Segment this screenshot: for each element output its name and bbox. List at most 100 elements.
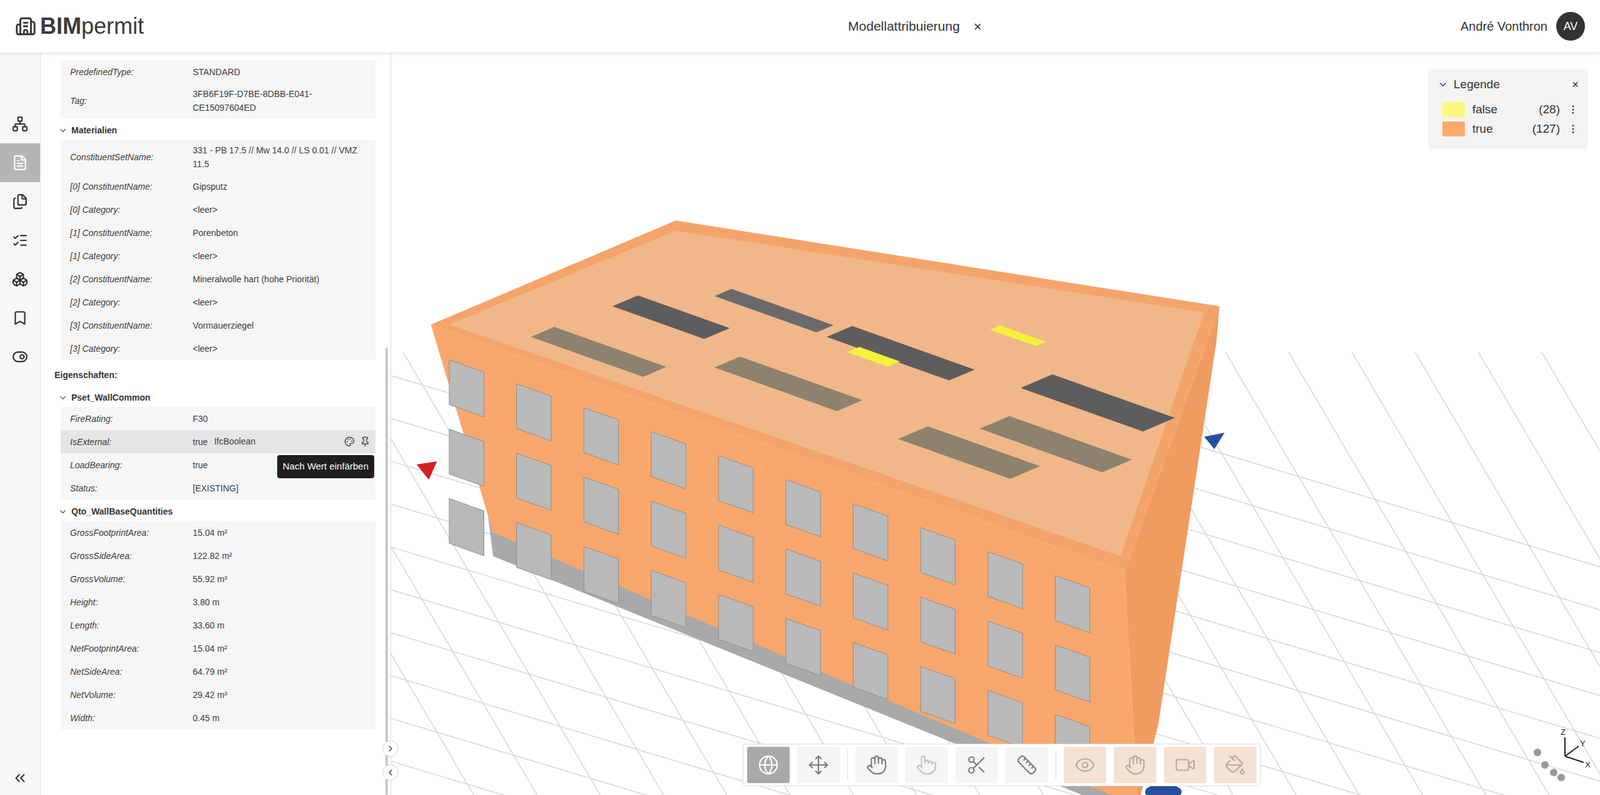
toolbar-button[interactable] bbox=[797, 746, 840, 783]
toolbar-button[interactable] bbox=[1113, 746, 1157, 783]
rail-item[interactable] bbox=[0, 259, 41, 299]
bookmark-icon[interactable] bbox=[11, 309, 29, 327]
toolbar-button[interactable] bbox=[855, 746, 898, 783]
globe-icon[interactable] bbox=[757, 754, 780, 776]
chevron-down-icon[interactable] bbox=[58, 506, 68, 517]
property-card: GrossFootprintArea: 15.04 m² GrossSideArea… bbox=[60, 520, 376, 729]
legend-header[interactable]: Legende× bbox=[1437, 75, 1579, 94]
legend-item[interactable]: true(127) bbox=[1437, 119, 1579, 139]
toolbar-button[interactable] bbox=[1005, 746, 1049, 783]
collapse-panel-button[interactable] bbox=[382, 764, 399, 781]
property-row: Width:0.45 m bbox=[60, 705, 376, 729]
collapse-icon[interactable] bbox=[11, 769, 29, 786]
property-row: [3] ConstituentName:Vormauerziegel bbox=[60, 313, 376, 337]
property-value: 55.92 m³ bbox=[192, 571, 228, 586]
camera-icon[interactable] bbox=[1174, 754, 1196, 776]
property-group: PredefinedType:STANDARDTag:3FB6F19F-D7BE… bbox=[60, 60, 376, 119]
rail-item[interactable] bbox=[0, 337, 41, 377]
property-label: GrossFootprintArea: bbox=[70, 526, 193, 539]
palette-icon[interactable] bbox=[344, 436, 355, 447]
property-value: Mineralwolle hart (hohe Priorität) bbox=[192, 272, 320, 286]
close-tab-button[interactable]: × bbox=[973, 16, 982, 37]
paint-bucket-icon[interactable] bbox=[1224, 754, 1246, 776]
property-value: true bbox=[192, 434, 208, 449]
property-value: STANDARD bbox=[192, 65, 241, 79]
property-value: Gipsputz bbox=[192, 179, 228, 194]
toolbar-button[interactable] bbox=[1163, 746, 1207, 783]
viewer[interactable]: Legende×false(28)true(127)ZYX bbox=[391, 53, 1600, 795]
ruler-icon[interactable] bbox=[1016, 754, 1038, 776]
property-label: Height: bbox=[70, 595, 193, 609]
model-icon[interactable] bbox=[11, 270, 29, 288]
settings-icon[interactable] bbox=[11, 348, 29, 365]
property-row: IsExternal:trueIfcBooleanNach Wert einfä… bbox=[60, 429, 376, 454]
property-value: 15.04 m² bbox=[192, 641, 228, 656]
chevron-down-icon[interactable] bbox=[1437, 78, 1449, 91]
property-value: true bbox=[192, 458, 208, 472]
property-value: 0.45 m bbox=[192, 710, 220, 725]
property-row: Status:[EXISTING] bbox=[60, 476, 376, 500]
toolbar-button[interactable] bbox=[1063, 746, 1107, 783]
rail-item[interactable] bbox=[0, 143, 41, 183]
property-row: [3] Category:<leer> bbox=[60, 336, 376, 360]
toolbar-button[interactable] bbox=[747, 746, 790, 783]
rail-item[interactable] bbox=[0, 220, 41, 260]
chevron-down-icon[interactable] bbox=[58, 392, 68, 403]
rail-item[interactable] bbox=[0, 182, 41, 221]
property-label: GrossSideArea: bbox=[70, 549, 193, 562]
logo[interactable]: BIMpermit bbox=[15, 15, 144, 38]
property-label: LoadBearing: bbox=[70, 458, 193, 472]
toolbar-button[interactable] bbox=[1213, 746, 1257, 783]
svg-text:Z: Z bbox=[1560, 727, 1566, 737]
tab-title[interactable]: Modellattribuierung× bbox=[847, 16, 982, 37]
property-value: Vormauerziegel bbox=[192, 318, 254, 333]
property-label: [3] ConstituentName: bbox=[70, 319, 193, 332]
user-menu[interactable]: André VonthronAV bbox=[1460, 11, 1585, 41]
toolbar-button[interactable] bbox=[955, 746, 999, 783]
property-row: Height:3.80 m bbox=[60, 590, 376, 614]
checklist-icon[interactable] bbox=[11, 232, 29, 249]
attributes-icon[interactable] bbox=[11, 154, 29, 171]
toolbar-button[interactable] bbox=[905, 746, 948, 783]
legend-item[interactable]: false(28) bbox=[1437, 100, 1579, 120]
model-viewport[interactable] bbox=[391, 53, 1600, 795]
rail-item[interactable] bbox=[0, 104, 41, 144]
expand-panel-button[interactable] bbox=[382, 740, 399, 757]
documents-icon[interactable] bbox=[11, 193, 29, 210]
more-icon[interactable] bbox=[1567, 103, 1579, 116]
group-header[interactable]: Qto_WallBaseQuantities bbox=[58, 499, 376, 521]
property-row: [0] ConstituentName:Gipsputz bbox=[60, 174, 376, 198]
pointer-icon[interactable] bbox=[916, 754, 938, 776]
chevron-down-icon[interactable] bbox=[58, 125, 68, 136]
top-bar: BIMpermit Modellattribuierung× André Vonth… bbox=[0, 0, 1600, 54]
group-header[interactable]: Pset_WallCommon bbox=[58, 385, 376, 407]
properties-panel: PredefinedType:STANDARDTag:3FB6F19F-D7BE… bbox=[40, 53, 392, 795]
svg-text:Y: Y bbox=[1579, 738, 1586, 748]
more-icon[interactable] bbox=[1567, 123, 1579, 135]
rail-item[interactable] bbox=[0, 298, 41, 338]
section-heading: Eigenschaften: bbox=[54, 359, 376, 386]
property-value: [EXISTING] bbox=[192, 481, 239, 495]
property-value: 3FB6F19F-D7BE-8DBB-E041-CE15097604ED bbox=[192, 86, 371, 115]
toolbar bbox=[742, 743, 1261, 786]
pin-icon[interactable] bbox=[359, 436, 371, 447]
property-label: FireRating: bbox=[70, 412, 193, 425]
property-value: 33.60 m bbox=[192, 618, 225, 632]
move-icon[interactable] bbox=[807, 754, 830, 776]
property-label: [2] Category: bbox=[70, 295, 193, 309]
structure-icon[interactable] bbox=[11, 115, 29, 133]
property-row: [2] Category:<leer> bbox=[60, 290, 376, 314]
property-value: 331 - PB 17.5 // Mw 14.0 // LS 0.01 // V… bbox=[192, 143, 371, 171]
hand-icon[interactable] bbox=[1124, 754, 1146, 776]
property-row: [1] Category:<leer> bbox=[60, 244, 376, 268]
scrollbar[interactable] bbox=[385, 347, 388, 795]
chevron-right-icon[interactable] bbox=[385, 743, 396, 754]
group-header[interactable]: Materialien bbox=[58, 118, 376, 140]
chevron-left-icon[interactable] bbox=[385, 767, 396, 778]
eye-icon[interactable] bbox=[1074, 754, 1096, 776]
legend-close-button[interactable]: × bbox=[1571, 75, 1579, 94]
scissors-icon[interactable] bbox=[966, 754, 988, 776]
navigation-gizmo[interactable]: ZYX bbox=[1526, 723, 1595, 786]
avatar[interactable]: AV bbox=[1556, 11, 1585, 41]
hand-icon[interactable] bbox=[866, 754, 888, 776]
